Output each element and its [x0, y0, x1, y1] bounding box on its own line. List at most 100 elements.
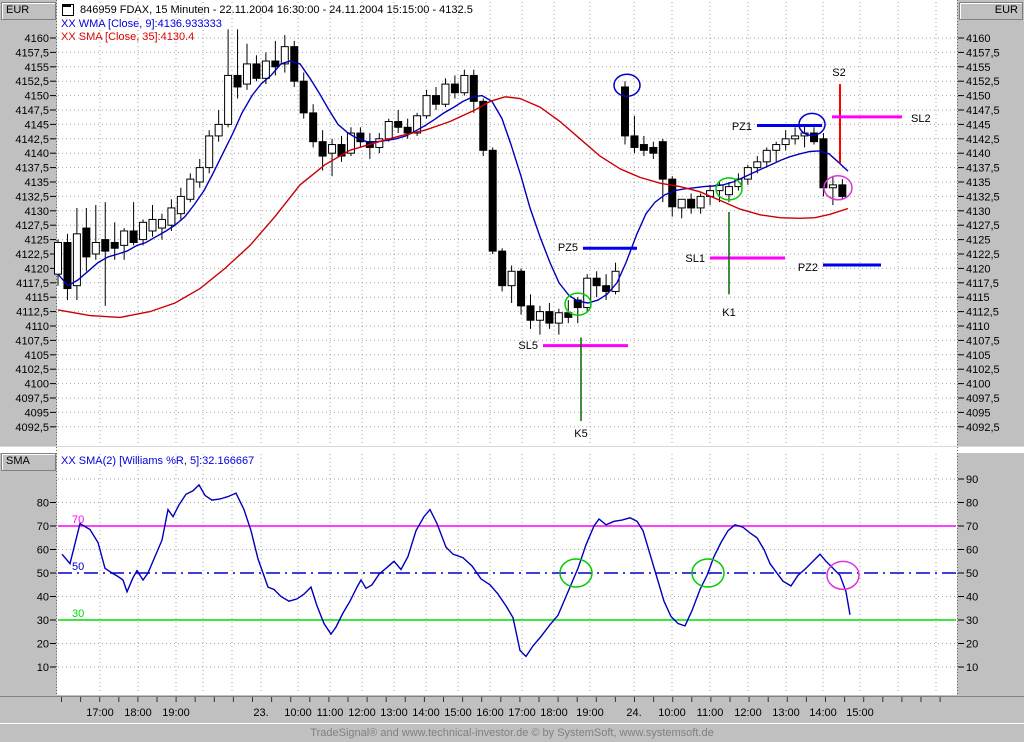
x-axis-label: 15:00	[444, 707, 472, 719]
annotation-label-S2: S2	[832, 67, 845, 79]
candle	[696, 195, 705, 209]
x-axis-label: 12:00	[734, 707, 762, 719]
candle	[271, 60, 280, 68]
price-axis-label-left: 4142,5	[15, 134, 49, 146]
x-axis-label: 14:00	[412, 707, 440, 719]
x-axis-label: 12:00	[348, 707, 376, 719]
candle	[772, 144, 781, 151]
price-axis-label-left: 4120	[25, 263, 49, 275]
price-axis-label-left: 4092,5	[15, 422, 49, 434]
indicator-axis-label-left: 40	[37, 592, 49, 604]
annotation-label-K5: K5	[574, 428, 587, 440]
price-axis-label-left: 4125	[25, 235, 49, 247]
indicator-axis-label-right: 30	[966, 615, 978, 627]
indicator-axis-label-left: 50	[37, 568, 49, 580]
candle	[838, 184, 847, 197]
indicator-axis-label-left: 30	[37, 615, 49, 627]
price-axis-label-right: 4107,5	[966, 335, 1000, 347]
candle	[517, 270, 526, 307]
indicator-axis-label-right: 80	[966, 498, 978, 510]
annotation-label-PZ1: PZ1	[732, 121, 752, 133]
candle	[195, 167, 204, 183]
indicator-axis-label-right: 20	[966, 639, 978, 651]
candle	[639, 144, 648, 151]
candle	[214, 123, 223, 137]
price-axis-label-left: 4145	[25, 119, 49, 131]
price-axis-label-right: 4137,5	[966, 163, 1000, 175]
x-axis-label: 17:00	[86, 707, 114, 719]
candle	[658, 141, 667, 180]
x-axis-label: 14:00	[809, 707, 837, 719]
candle	[120, 230, 129, 246]
indicator-axis-label-right: 60	[966, 545, 978, 557]
candle	[54, 241, 62, 275]
candle	[441, 83, 450, 105]
candle	[630, 135, 639, 148]
price-axis-label-left: 4132,5	[15, 191, 49, 203]
candle	[488, 149, 497, 252]
x-axis-label: 23.	[253, 707, 268, 719]
candle	[233, 74, 242, 88]
price-axis-label-right: 4095	[966, 407, 990, 419]
candle	[167, 207, 176, 226]
candle	[252, 63, 261, 79]
candle	[526, 305, 535, 321]
candle	[224, 74, 233, 125]
candle	[309, 112, 318, 143]
price-axis-label-right: 4125	[966, 235, 990, 247]
indicator-axis-label-left: 20	[37, 639, 49, 651]
annotation-label-SL5: SL5	[518, 340, 538, 352]
candle	[724, 186, 733, 196]
price-axis-label-right: 4157,5	[966, 47, 1000, 59]
price-axis-label-right: 4142,5	[966, 134, 1000, 146]
candle	[394, 121, 403, 128]
price-axis-label-right: 4132,5	[966, 191, 1000, 203]
candle	[762, 149, 771, 163]
candle	[743, 167, 752, 180]
price-axis-label-left: 4127,5	[15, 220, 49, 232]
candle	[157, 218, 166, 229]
candle	[621, 86, 629, 137]
candle	[299, 80, 308, 114]
price-axis-label-right: 4105	[966, 350, 990, 362]
annotation-label-SL2: SL2	[911, 113, 931, 125]
indicator-axis-label-right: 70	[966, 521, 978, 533]
indicator-axis-label-right: 90	[966, 474, 978, 486]
level-label-50: 50	[72, 561, 84, 573]
price-axis-label-right: 4092,5	[966, 422, 1000, 434]
price-axis-label-left: 4122,5	[15, 249, 49, 261]
price-axis-label-left: 4155	[25, 62, 49, 74]
candle	[649, 146, 658, 154]
indicator-axis-label-right: 50	[966, 568, 978, 580]
indicator-axis-label-left: 10	[37, 662, 49, 674]
candle	[318, 141, 327, 157]
x-axis-label: 13:00	[772, 707, 800, 719]
candle	[139, 221, 148, 241]
price-axis-label-left: 4152,5	[15, 76, 49, 88]
candle	[375, 138, 384, 148]
price-axis-label-left: 4095	[25, 407, 49, 419]
price-axis-label-right: 4155	[966, 62, 990, 74]
candle	[328, 144, 337, 154]
price-axis-label-left: 4102,5	[15, 364, 49, 376]
indicator-axis-label-left: 80	[37, 498, 49, 510]
indicator-axis-label-left: 70	[37, 521, 49, 533]
price-axis-label-right: 4120	[966, 263, 990, 275]
candle	[82, 227, 91, 258]
x-axis-label: 18:00	[124, 707, 152, 719]
candle	[176, 195, 185, 215]
price-axis-label-left: 4115	[25, 292, 49, 304]
x-axis-label: 17:00	[508, 707, 536, 719]
price-axis-label-left: 4150	[25, 91, 49, 103]
candle	[91, 241, 100, 255]
candle	[592, 277, 601, 287]
candle	[186, 178, 195, 200]
price-axis-label-left: 4105	[25, 350, 49, 362]
candle	[828, 184, 837, 189]
x-axis-label: 13:00	[380, 707, 408, 719]
price-axis-label-right: 4160	[966, 33, 990, 45]
candle	[403, 126, 412, 134]
candle	[554, 312, 563, 324]
annotation-label-K1: K1	[722, 307, 735, 319]
price-axis-label-right: 4110	[966, 321, 990, 333]
